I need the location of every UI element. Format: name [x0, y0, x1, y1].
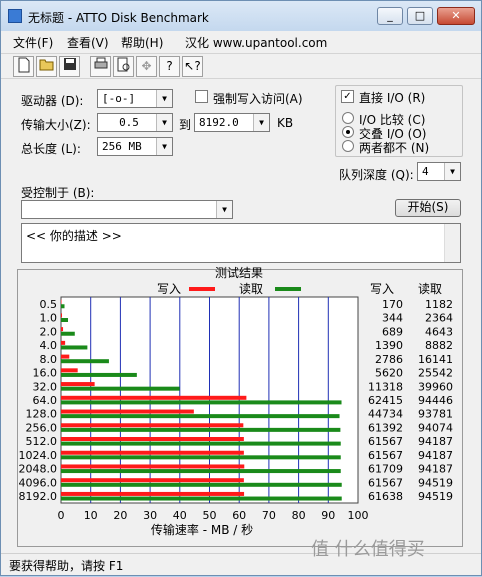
maximize-button[interactable]: □ — [407, 7, 433, 25]
watermark-text: 值 什么值得买 — [311, 539, 425, 560]
context-help-icon[interactable]: ↖? — [182, 56, 203, 77]
kb-label: KB — [277, 116, 294, 130]
results-panel — [17, 269, 463, 547]
toolbar: ✥ ? ↖? — [1, 53, 481, 79]
chevron-down-icon: ▼ — [156, 90, 172, 107]
print-icon[interactable] — [90, 56, 111, 77]
menu-view[interactable]: 查看(V) — [67, 34, 109, 51]
description-scrollbar[interactable] — [444, 224, 460, 262]
chevron-down-icon: ▼ — [216, 201, 232, 218]
start-button[interactable]: 开始(S) — [395, 199, 461, 217]
total-length-value: 256 MB — [102, 140, 142, 153]
help-icon[interactable]: ? — [159, 56, 180, 77]
new-icon[interactable] — [13, 56, 34, 77]
close-button[interactable]: ✕ — [437, 7, 475, 25]
to-label: 到 — [179, 118, 192, 132]
chevron-down-icon: ▼ — [156, 114, 172, 131]
transfer-from-value: 0.5 — [119, 116, 139, 129]
save-icon[interactable] — [59, 56, 80, 77]
neither-io-radio[interactable] — [342, 140, 354, 152]
transfer-to-select[interactable]: 8192.0 ▼ — [194, 113, 270, 132]
chevron-down-icon: ▼ — [156, 138, 172, 155]
open-icon[interactable] — [36, 56, 57, 77]
transfer-from-select[interactable]: 0.5 ▼ — [97, 113, 173, 132]
queue-depth-select[interactable]: 4 ▼ — [417, 162, 461, 181]
menu-file[interactable]: 文件(F) — [13, 34, 53, 51]
app-icon — [8, 9, 22, 23]
menu-credit[interactable]: 汉化 www.upantool.com — [185, 34, 327, 51]
total-length-select[interactable]: 256 MB ▼ — [97, 137, 173, 156]
neither-io-label: 两者都不 (N) — [359, 141, 430, 155]
direct-io-label: 直接 I/O (R) — [359, 91, 426, 105]
menu-bar: 文件(F) 查看(V) 帮助(H) 汉化 www.upantool.com — [1, 31, 481, 51]
controlled-by-select[interactable]: ▼ — [21, 200, 233, 219]
drive-label: 驱动器 (D): — [21, 94, 84, 108]
transfer-to-value: 8192.0 — [199, 116, 239, 129]
move-icon[interactable]: ✥ — [136, 56, 157, 77]
chevron-down-icon: ▼ — [253, 114, 269, 131]
description-text: << 你的描述 >> — [26, 229, 122, 243]
queue-depth-label: 队列深度 (Q): — [339, 168, 414, 182]
print-preview-icon[interactable] — [113, 56, 134, 77]
controlled-by-label: 受控制于 (B): — [21, 186, 95, 200]
minimize-button[interactable]: _ — [377, 7, 403, 25]
status-text: 要获得帮助，请按 F1 — [9, 559, 124, 573]
force-write-label: 强制写入访问(A) — [213, 92, 303, 106]
transfer-size-label: 传输大小(Z): — [21, 118, 91, 132]
force-write-checkbox[interactable] — [195, 90, 208, 103]
window-title: 无标题 - ATTO Disk Benchmark — [28, 11, 209, 25]
chevron-down-icon: ▼ — [444, 163, 460, 180]
title-bar[interactable]: 无标题 - ATTO Disk Benchmark _ □ ✕ — [1, 1, 481, 31]
queue-depth-value: 4 — [422, 165, 429, 178]
drive-select[interactable]: [-o-] ▼ — [97, 89, 173, 108]
overlap-io-radio[interactable] — [342, 126, 354, 138]
io-compare-radio[interactable] — [342, 112, 354, 124]
app-window: 无标题 - ATTO Disk Benchmark _ □ ✕ 文件(F) 查看… — [0, 0, 482, 576]
menu-help[interactable]: 帮助(H) — [121, 34, 163, 51]
direct-io-checkbox[interactable]: ✓ — [341, 90, 354, 103]
drive-value: [-o-] — [102, 92, 136, 105]
total-length-label: 总长度 (L): — [21, 142, 81, 156]
description-textarea[interactable]: << 你的描述 >> — [21, 223, 461, 263]
